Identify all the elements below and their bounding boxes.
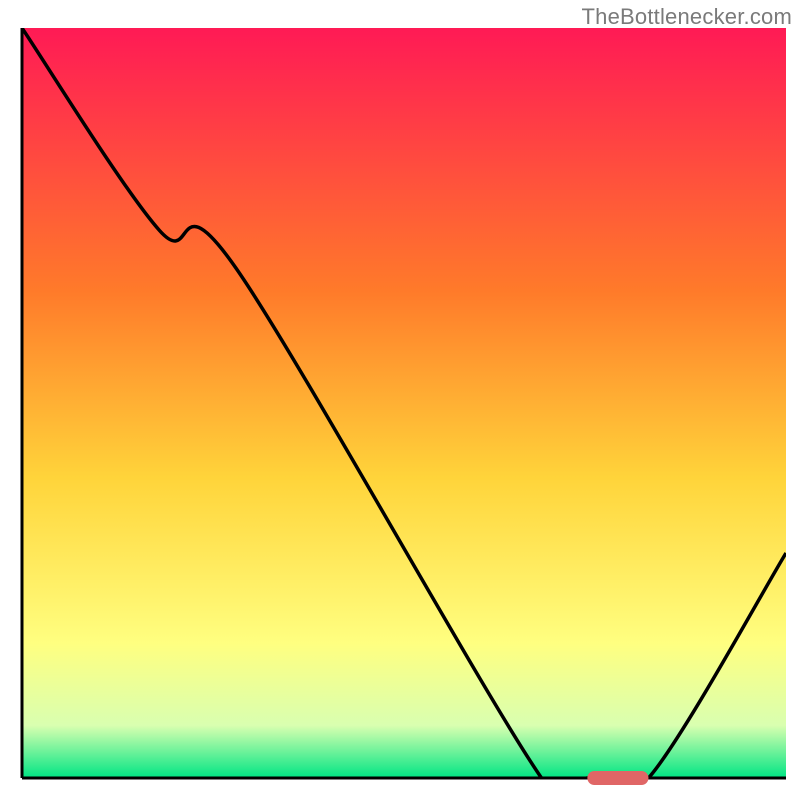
optimal-marker xyxy=(587,771,648,785)
gradient-background xyxy=(22,28,786,778)
bottleneck-chart xyxy=(0,0,800,800)
watermark-text: TheBottlenecker.com xyxy=(582,4,792,30)
chart-container: TheBottlenecker.com xyxy=(0,0,800,800)
